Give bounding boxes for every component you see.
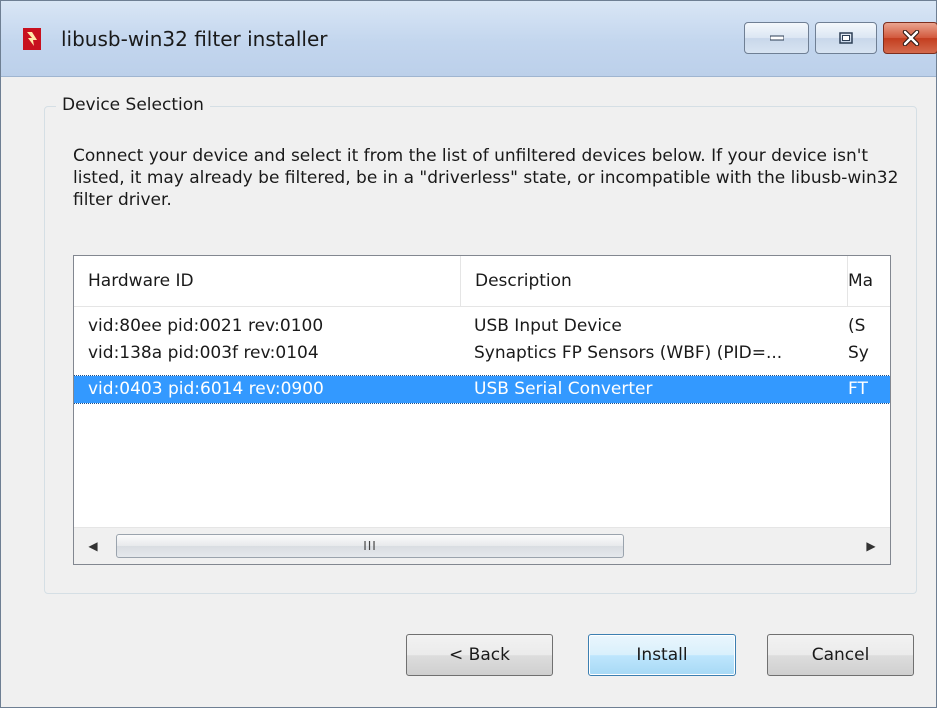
cell-hardware-id: vid:0403 pid:6014 rev:0900 — [88, 379, 324, 399]
cell-description: Synaptics FP Sensors (WBF) (PID=... — [474, 343, 783, 363]
list-row[interactable]: vid:80ee pid:0021 rev:0100 USB Input Dev… — [74, 313, 890, 340]
install-button[interactable]: Install — [588, 634, 736, 676]
cell-manufacturer: (S — [848, 316, 866, 336]
minimize-icon — [769, 35, 784, 41]
scrollbar-grip: III — [363, 539, 377, 553]
list-row-selected[interactable]: vid:0403 pid:6014 rev:0900 USB Serial Co… — [74, 375, 890, 404]
arrow-right-icon: ▶ — [866, 539, 876, 553]
cell-description: USB Serial Converter — [474, 379, 653, 399]
window-title: libusb-win32 filter installer — [61, 27, 328, 51]
installer-window: libusb-win32 filter installer Device Sel… — [0, 0, 937, 708]
close-icon — [902, 30, 919, 46]
list-header: Hardware ID Description Ma — [74, 256, 890, 307]
scrollbar-thumb[interactable]: III — [116, 534, 624, 558]
close-button[interactable] — [883, 22, 937, 54]
scroll-left-button[interactable]: ◀ — [76, 528, 110, 564]
cancel-button[interactable]: Cancel — [767, 634, 914, 676]
scroll-right-button[interactable]: ▶ — [854, 528, 888, 564]
device-list[interactable]: Hardware ID Description Ma vid:80ee pid:… — [73, 255, 891, 565]
arrow-left-icon: ◀ — [88, 539, 98, 553]
maximize-icon — [839, 32, 853, 44]
libusb-app-icon — [23, 28, 41, 50]
cell-description: USB Input Device — [474, 316, 622, 336]
column-header-description[interactable]: Description — [461, 256, 848, 306]
instructions-text: Connect your device and select it from t… — [73, 146, 899, 210]
minimize-button[interactable] — [744, 22, 809, 54]
back-button[interactable]: < Back — [406, 634, 553, 676]
group-label: Device Selection — [56, 95, 210, 115]
title-bar[interactable]: libusb-win32 filter installer — [1, 1, 937, 77]
cell-manufacturer: FT — [848, 379, 868, 399]
column-header-hardware-id[interactable]: Hardware ID — [74, 256, 461, 306]
list-row[interactable]: vid:138a pid:003f rev:0104 Synaptics FP … — [74, 340, 890, 367]
column-header-manufacturer[interactable]: Ma — [848, 256, 890, 306]
cell-hardware-id: vid:80ee pid:0021 rev:0100 — [88, 316, 324, 336]
cell-manufacturer: Sy — [848, 343, 869, 363]
horizontal-scrollbar[interactable]: ◀ III ▶ — [74, 527, 890, 564]
cell-hardware-id: vid:138a pid:003f rev:0104 — [88, 343, 319, 363]
maximize-button[interactable] — [815, 22, 877, 54]
